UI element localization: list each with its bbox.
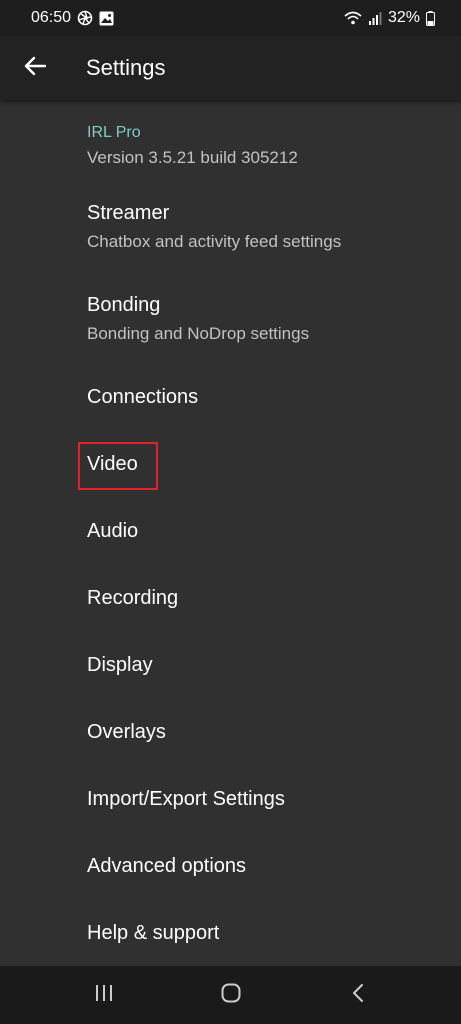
back-nav-icon [351, 983, 365, 1008]
recent-apps-icon [94, 984, 114, 1007]
settings-list[interactable]: IRL Pro Version 3.5.21 build 305212 Stre… [0, 100, 461, 966]
status-left: 06:50 [31, 9, 114, 27]
settings-item-advanced-options[interactable]: Advanced options [0, 855, 461, 878]
home-icon [221, 983, 241, 1008]
app-bar: Settings [0, 36, 461, 100]
item-title: Overlays [87, 721, 166, 743]
settings-item-video[interactable]: Video [0, 453, 461, 476]
settings-item-audio[interactable]: Audio [0, 520, 461, 543]
recent-apps-button[interactable] [64, 966, 144, 1024]
app-name: IRL Pro [87, 124, 141, 141]
item-title: Connections [87, 386, 199, 408]
item-title: Help & support [87, 922, 220, 944]
signal-icon [368, 11, 382, 25]
status-time: 06:50 [31, 9, 72, 26]
settings-item-overlays[interactable]: Overlays [0, 721, 461, 744]
wifi-icon [344, 11, 362, 25]
item-title: Audio [87, 520, 139, 542]
back-nav-button[interactable] [318, 966, 398, 1024]
settings-item-help-support[interactable]: Help & support [0, 922, 461, 945]
app-version: Version 3.5.21 build 305212 [87, 148, 298, 167]
aperture-icon [77, 10, 93, 26]
settings-item-recording[interactable]: Recording [0, 587, 461, 610]
status-right: 32% [344, 9, 435, 27]
item-subtitle: Chatbox and activity feed settings [87, 232, 342, 251]
item-title: Streamer [87, 202, 170, 224]
page-title: Settings [86, 55, 166, 80]
home-button[interactable] [191, 966, 271, 1024]
item-title: Import/Export Settings [87, 788, 285, 810]
back-button[interactable] [0, 36, 70, 100]
battery-icon [426, 10, 435, 26]
system-nav-bar [0, 966, 461, 1024]
image-icon [99, 11, 114, 26]
arrow-back-icon [24, 56, 47, 81]
video-highlight-box [78, 442, 158, 490]
item-title: Bonding [87, 294, 161, 316]
item-title: Recording [87, 587, 179, 609]
settings-item-streamer[interactable]: Streamer Chatbox and activity feed setti… [0, 202, 461, 252]
item-title: Display [87, 654, 153, 676]
settings-item-import-export[interactable]: Import/Export Settings [0, 788, 461, 811]
settings-item-display[interactable]: Display [0, 654, 461, 677]
settings-item-connections[interactable]: Connections [0, 386, 461, 409]
item-title: Advanced options [87, 855, 247, 877]
app-info: IRL Pro Version 3.5.21 build 305212 [87, 124, 298, 168]
status-bar: 06:50 32% [0, 0, 461, 36]
settings-item-bonding[interactable]: Bonding Bonding and NoDrop settings [0, 294, 461, 344]
battery-percent: 32% [387, 9, 420, 26]
item-subtitle: Bonding and NoDrop settings [87, 324, 310, 343]
